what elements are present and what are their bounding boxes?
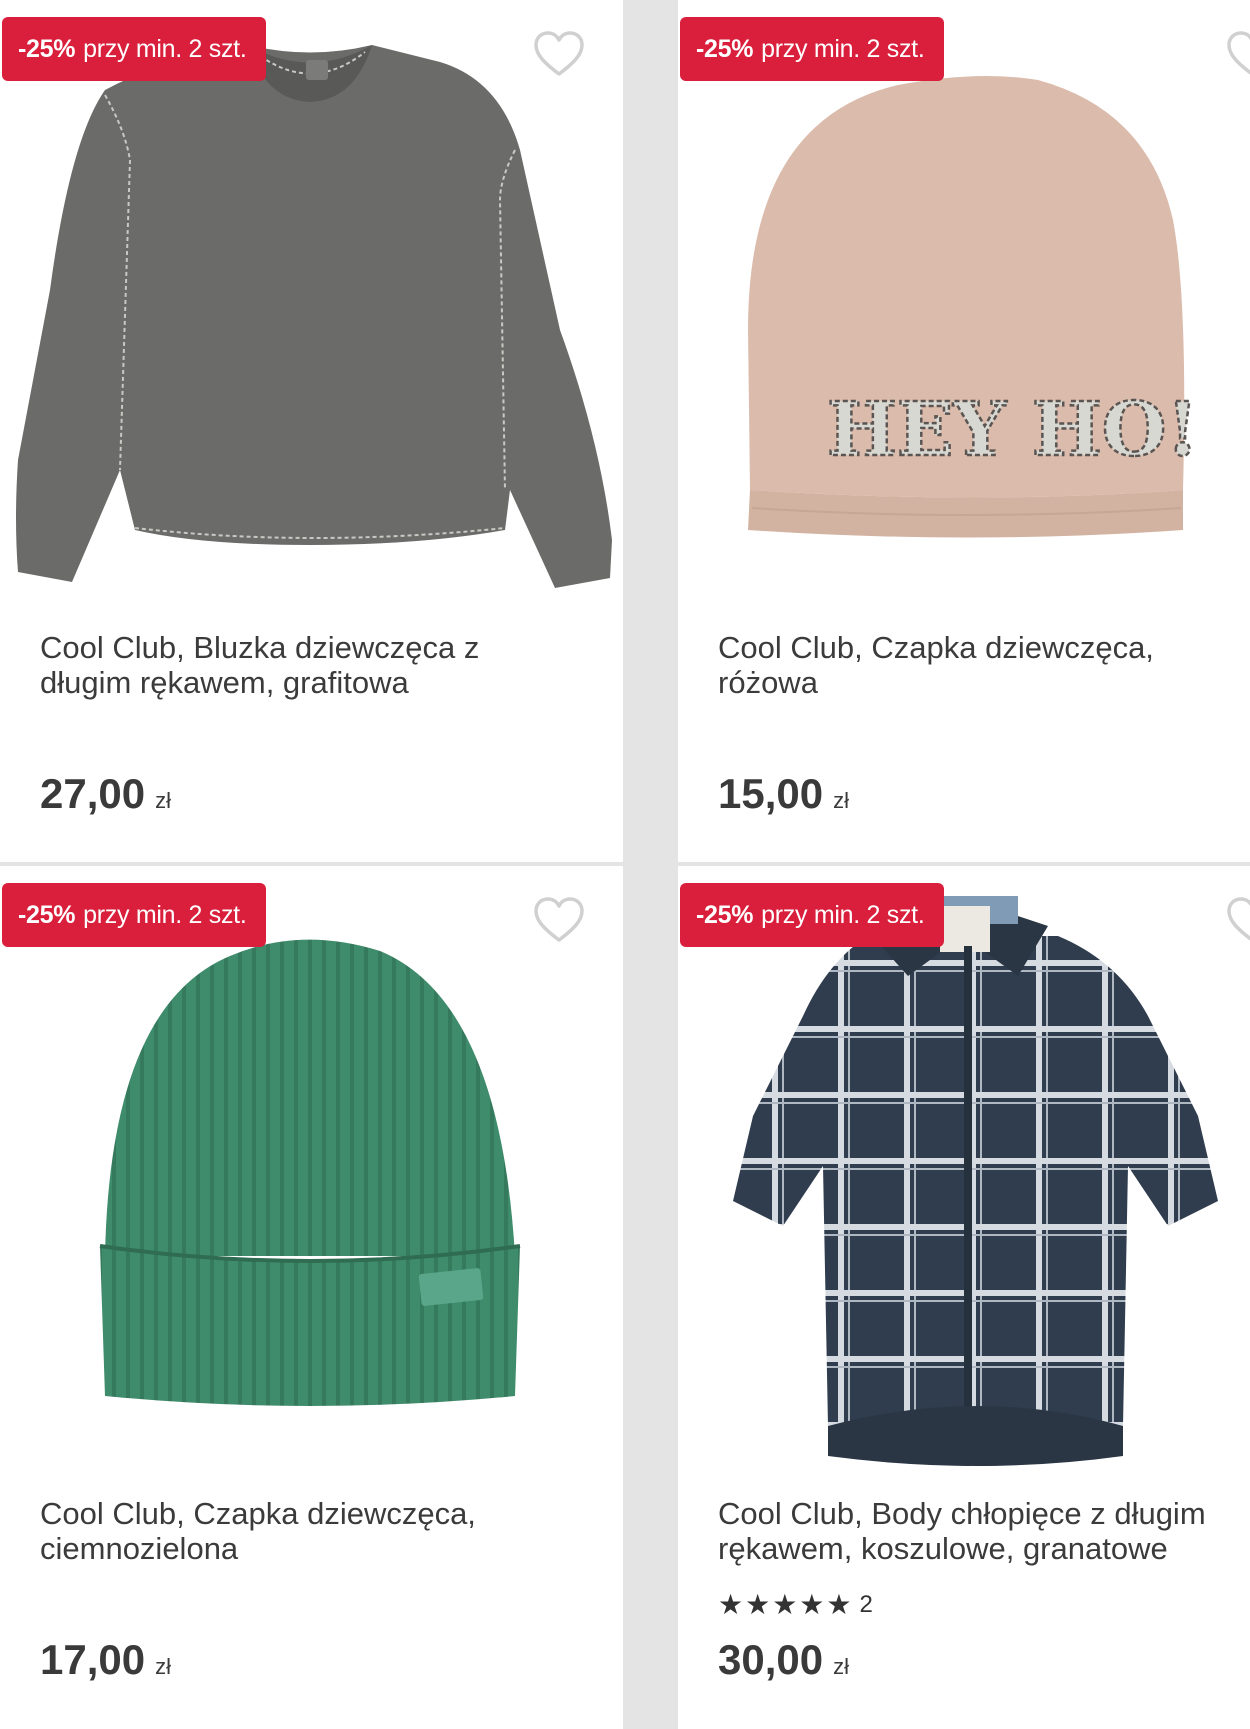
price-amount: 27,00: [40, 770, 146, 817]
discount-badge: -25% przy min. 2 szt.: [2, 883, 267, 947]
heart-outline-icon[interactable]: [1226, 30, 1250, 78]
product-rating[interactable]: ★★★★★ 2: [718, 1588, 873, 1621]
price-amount: 30,00: [718, 1636, 824, 1683]
discount-text: przy min. 2 szt.: [83, 34, 247, 63]
price-amount: 17,00: [40, 1636, 146, 1683]
price-currency: zł: [833, 1654, 849, 1679]
discount-percent: -25%: [18, 900, 76, 929]
product-price: 30,00 zł: [718, 1636, 849, 1684]
discount-text: przy min. 2 szt.: [761, 34, 925, 63]
price-currency: zł: [155, 1654, 171, 1679]
product-title[interactable]: Cool Club, Czapka dziewczęca, ciemnoziel…: [40, 1496, 560, 1566]
discount-badge: -25% przy min. 2 szt.: [680, 17, 945, 81]
product-image-plaid-shirt-bodysuit[interactable]: [678, 866, 1250, 1466]
price-currency: zł: [155, 788, 171, 813]
discount-text: przy min. 2 szt.: [83, 900, 247, 929]
price-amount: 15,00: [718, 770, 824, 817]
hat-print-text: HEY HO!: [827, 387, 1199, 473]
product-title[interactable]: Cool Club, Czapka dziewczęca, różowa: [718, 630, 1250, 700]
rating-count: 2: [859, 1590, 873, 1618]
product-card[interactable]: -25% przy min. 2 szt. HEY HO! Cool Club,…: [678, 0, 1250, 862]
product-card[interactable]: -25% przy min. 2 szt. Cool Club, Bluzka …: [0, 0, 623, 862]
product-image-green-knit-hat[interactable]: [0, 866, 623, 1466]
discount-percent: -25%: [696, 900, 754, 929]
heart-outline-icon[interactable]: [1226, 896, 1250, 944]
product-price: 17,00 zł: [40, 1636, 171, 1684]
product-card[interactable]: -25% przy min. 2 szt. Cool Club, Czapka …: [0, 866, 623, 1729]
price-currency: zł: [833, 788, 849, 813]
discount-text: przy min. 2 szt.: [761, 900, 925, 929]
discount-percent: -25%: [696, 34, 754, 63]
product-image-grey-sweatshirt[interactable]: [0, 0, 623, 600]
heart-outline-icon[interactable]: [533, 30, 585, 78]
heart-outline-icon[interactable]: [533, 896, 585, 944]
product-card[interactable]: -25% przy min. 2 szt. Cool Club, Body ch…: [678, 866, 1250, 1729]
product-price: 15,00 zł: [718, 770, 849, 818]
product-title[interactable]: Cool Club, Bluzka dziewczęca z długim rę…: [40, 630, 560, 700]
product-price: 27,00 zł: [40, 770, 171, 818]
discount-badge: -25% przy min. 2 szt.: [2, 17, 267, 81]
rating-stars: ★★★★★: [718, 1589, 854, 1620]
product-grid: -25% przy min. 2 szt. Cool Club, Bluzka …: [0, 0, 1250, 1729]
discount-badge: -25% przy min. 2 szt.: [680, 883, 945, 947]
product-title[interactable]: Cool Club, Body chłopięce z długim rękaw…: [718, 1496, 1250, 1566]
product-image-pink-beanie[interactable]: HEY HO!: [678, 0, 1250, 600]
discount-percent: -25%: [18, 34, 76, 63]
